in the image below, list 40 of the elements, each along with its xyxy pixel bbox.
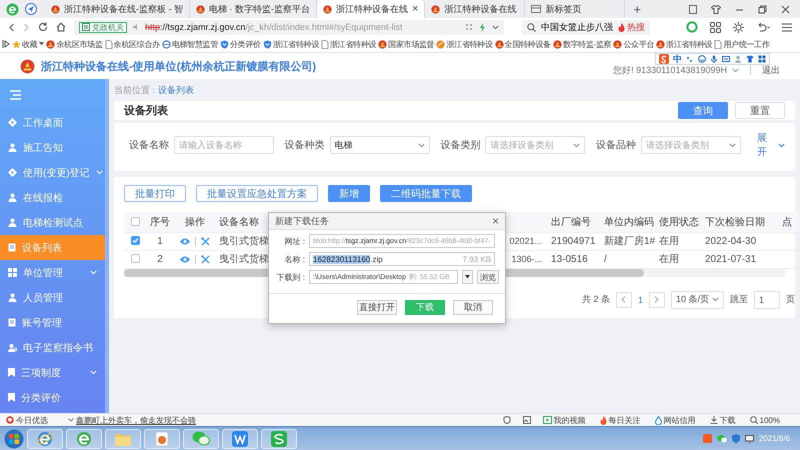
- jump-label: 跳至: [730, 293, 748, 306]
- column-header: 使用状态: [659, 216, 699, 228]
- badge-label: 党政机关: [92, 22, 124, 32]
- table-cell: 在用: [659, 236, 679, 247]
- field-label: 设备类别: [439, 138, 480, 152]
- table-cell: 1: [157, 236, 163, 246]
- table-cell: 新建厂房1#: [604, 236, 656, 247]
- column-header: 下次检验日期: [705, 216, 765, 228]
- column-header: 操作: [185, 216, 205, 228]
- column-header: 点: [782, 216, 792, 228]
- table-cell: 13-0516: [551, 254, 588, 264]
- column-header: 设备名称: [219, 216, 259, 228]
- total-count: 共 2 条: [582, 293, 610, 306]
- column-header: 序号: [150, 216, 170, 228]
- column-header: 单位内编码: [604, 216, 654, 228]
- field-label: 名称 :: [284, 254, 305, 264]
- table-cell: 2022-04-30: [705, 236, 756, 246]
- url-text: http://tsgz.zjamr.zj.gov.cn/jc_kh/dist/index.html#/syEquipment-list: [145, 22, 402, 32]
- field-label: 网址 :: [284, 236, 305, 246]
- table-cell: /: [604, 254, 607, 264]
- table-cell: 曳引式货梯: [219, 254, 269, 265]
- dialog-title: 新建下载任务: [275, 214, 329, 228]
- field-label: 设备名称: [128, 139, 169, 152]
- breadcrumb-label: 当前位置 :: [114, 84, 156, 96]
- field-label: 设备种类: [284, 138, 325, 152]
- site-title: 浙江特种设备在线-使用单位(杭州余杭正新镀膜有限公司): [41, 60, 316, 74]
- field-label: 设备品种: [595, 138, 636, 152]
- card-title: 设备列表: [124, 104, 168, 118]
- page-suffix: 页: [786, 293, 795, 306]
- table-cell: 02021...: [509, 236, 542, 246]
- search-text: 中国女篮止步八强: [541, 20, 613, 34]
- table-cell: 21904971: [551, 236, 596, 246]
- table-cell: 1306-...: [511, 254, 542, 264]
- table-cell: 在用: [659, 254, 679, 265]
- table-cell: 2: [157, 254, 163, 264]
- table-cell: 曳引式货梯: [219, 236, 269, 247]
- column-header: 出厂编号: [551, 216, 591, 228]
- table-cell: 2021-07-31: [705, 254, 756, 264]
- field-label: 下载到 :: [276, 272, 305, 282]
- account-greeting: 您好! 91330110143819099H: [613, 64, 727, 76]
